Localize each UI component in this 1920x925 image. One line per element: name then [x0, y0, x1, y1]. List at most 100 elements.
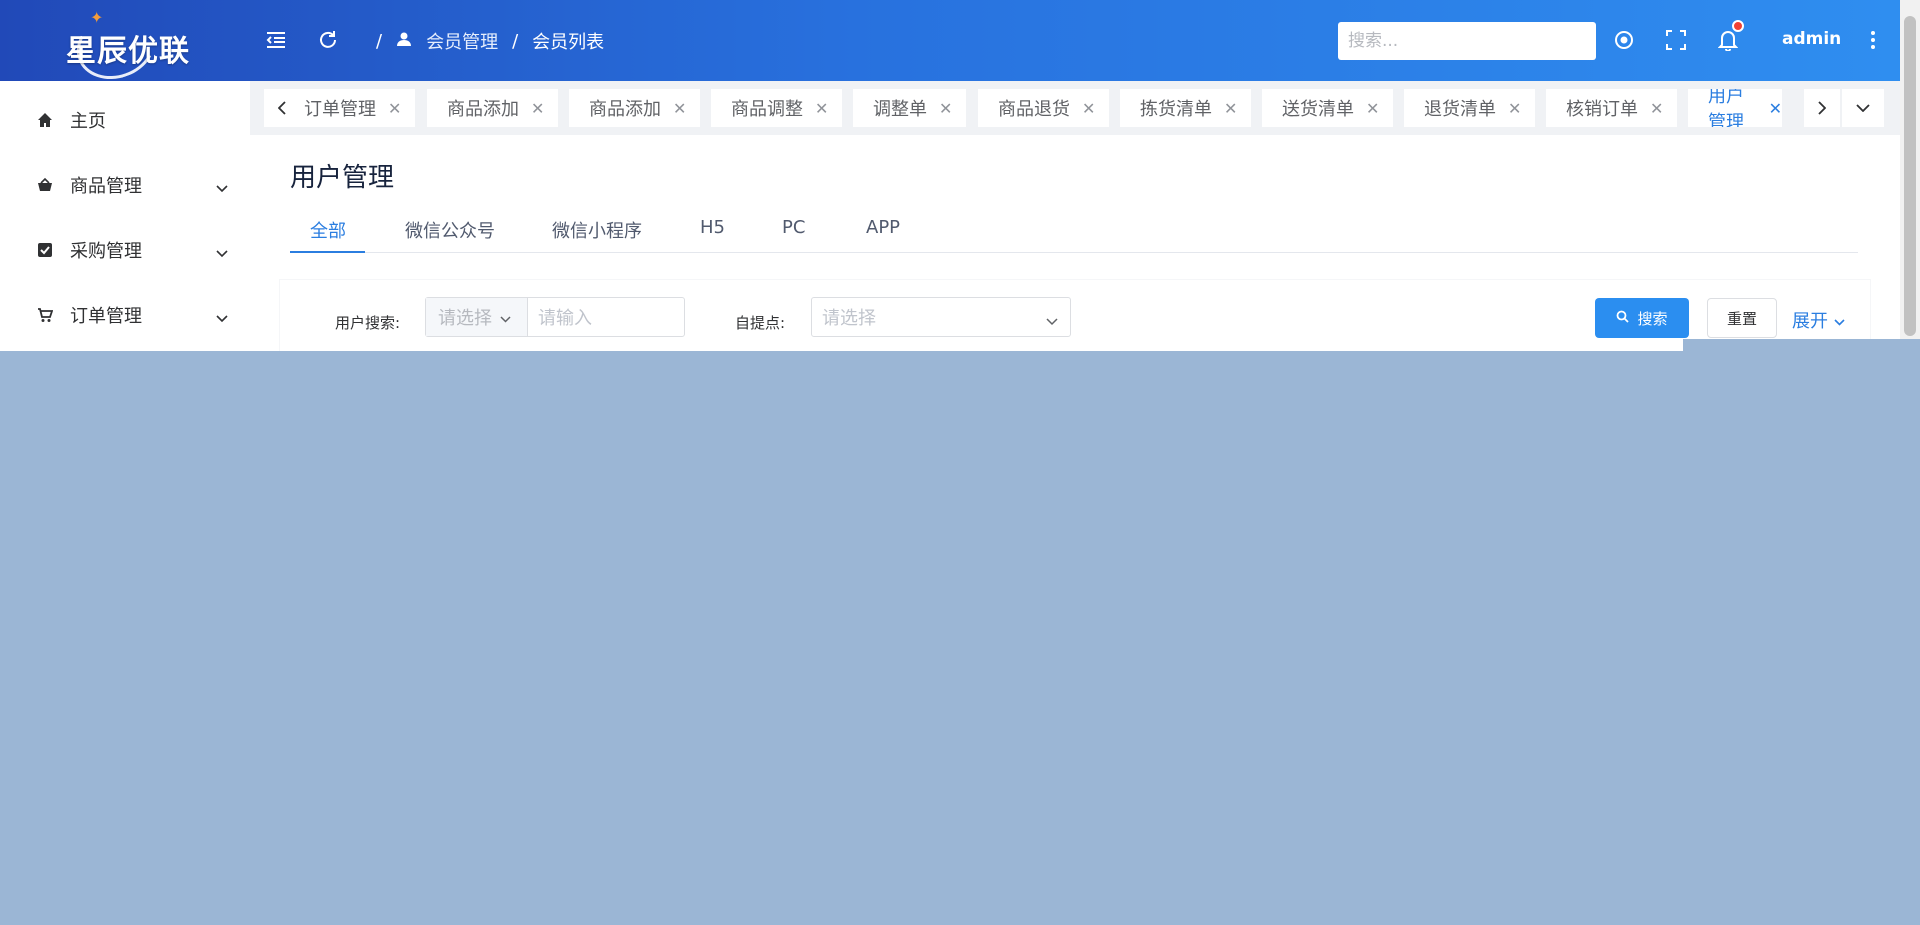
tabs-strip: 订单管理 ✕ 商品添加 ✕ 商品添加 ✕ 商品调整 ✕ 调整单 ✕ 商品退货 ✕ 拣货清单 ✕… — [250, 81, 1900, 135]
search-icon — [1616, 309, 1630, 327]
page-scrollbar[interactable] — [1900, 0, 1920, 351]
chevron-down-icon — [216, 177, 228, 198]
close-icon[interactable]: ✕ — [388, 99, 401, 118]
close-icon[interactable]: ✕ — [815, 99, 828, 118]
pickup-point-select[interactable]: 请选择 — [811, 297, 1071, 337]
close-icon[interactable]: ✕ — [1650, 99, 1663, 118]
tabs-next-button[interactable] — [1804, 89, 1840, 127]
tab-item[interactable]: 退货清单 ✕ — [1404, 89, 1536, 127]
tab-pc[interactable]: PC — [782, 217, 805, 238]
breadcrumb-separator: / — [376, 30, 383, 52]
header-search-input[interactable] — [1338, 22, 1596, 60]
expand-label: 展开 — [1792, 311, 1828, 332]
page-title: 用户管理 — [290, 163, 395, 193]
tab-label: 商品调整 — [731, 99, 803, 120]
tab-label: 调整单 — [873, 99, 927, 120]
sidebar: 主页 商品管理 采购管理 订单管理 — [0, 81, 250, 351]
close-icon[interactable]: ✕ — [1224, 99, 1237, 118]
brand-logo[interactable]: ✦ 星辰优联 — [48, 2, 198, 90]
tab-item[interactable]: 调整单 ✕ — [853, 89, 967, 127]
tab-wechat-official[interactable]: 微信公众号 — [405, 217, 495, 243]
tab-label: 拣货清单 — [1140, 99, 1212, 120]
more-vertical-icon[interactable] — [1859, 26, 1887, 54]
tab-label: 核销订单 — [1566, 99, 1638, 120]
tab-label: 用户管理 — [1708, 89, 1744, 127]
select-placeholder: 请选择 — [438, 308, 492, 329]
user-icon — [396, 31, 412, 52]
top-header: ✦ 星辰优联 / 会员管理 / 会员列表 admin — [0, 0, 1900, 90]
refresh-icon[interactable] — [314, 26, 342, 54]
tab-label: 退货清单 — [1424, 99, 1496, 120]
sidebar-item-home[interactable]: 主页 — [0, 88, 250, 152]
search-button-label: 搜索 — [1637, 309, 1668, 328]
collapse-menu-icon[interactable] — [262, 26, 290, 54]
tab-label: 商品添加 — [447, 99, 519, 120]
record-icon[interactable] — [1610, 26, 1638, 54]
breadcrumb-parent[interactable]: 会员管理 — [426, 28, 498, 54]
pickup-point-label: 自提点: — [735, 314, 786, 332]
sidebar-item-label: 订单管理 — [70, 306, 142, 327]
basket-icon — [36, 176, 54, 194]
select-placeholder: 请选择 — [822, 308, 876, 329]
sidebar-item-purchase[interactable]: 采购管理 — [0, 218, 250, 282]
chevron-down-icon — [1834, 310, 1845, 331]
close-icon[interactable]: ✕ — [939, 99, 952, 118]
tab-item[interactable]: 拣货清单 ✕ — [1120, 89, 1252, 127]
breadcrumb-separator: / — [512, 30, 519, 52]
active-tab-indicator — [290, 251, 365, 253]
tab-item[interactable]: 商品退货 ✕ — [978, 89, 1110, 127]
sidebar-item-label: 商品管理 — [70, 176, 142, 197]
tab-label: 送货清单 — [1282, 99, 1354, 120]
reset-button-label: 重置 — [1726, 309, 1757, 328]
close-icon[interactable]: ✕ — [531, 99, 544, 118]
sidebar-item-label: 采购管理 — [70, 241, 142, 262]
tabs-prev-button[interactable] — [264, 89, 300, 127]
chevron-down-icon — [216, 242, 228, 263]
user-name[interactable]: admin — [1782, 29, 1841, 49]
user-search-label: 用户搜索: — [335, 314, 401, 332]
tab-all[interactable]: 全部 — [310, 217, 346, 243]
tab-item-active[interactable]: 用户管理 ✕ — [1688, 89, 1782, 127]
overlay-edge — [1683, 339, 1920, 353]
search-button[interactable]: 搜索 — [1595, 298, 1689, 338]
checkbox-icon — [36, 241, 54, 259]
cart-icon — [36, 306, 54, 324]
user-search-group: 请选择 请输入 — [425, 297, 685, 337]
input-placeholder: 请输入 — [538, 308, 592, 329]
tab-item[interactable]: 订单管理 ✕ — [300, 89, 416, 127]
sidebar-item-orders[interactable]: 订单管理 — [0, 283, 250, 347]
tab-label: 商品退货 — [998, 99, 1070, 120]
reset-button[interactable]: 重置 — [1707, 298, 1777, 338]
logo-text: 星辰优联 — [66, 34, 190, 69]
channel-tabs: 全部 微信公众号 微信小程序 H5 PC APP — [290, 209, 1858, 253]
close-icon[interactable]: ✕ — [1366, 99, 1379, 118]
expand-filters-link[interactable]: 展开 — [1792, 307, 1845, 333]
tab-item[interactable]: 送货清单 ✕ — [1262, 89, 1394, 127]
breadcrumb: / 会员管理 / 会员列表 — [376, 28, 604, 54]
notification-badge — [1732, 20, 1744, 32]
chevron-down-icon — [500, 307, 511, 328]
close-icon[interactable]: ✕ — [1769, 99, 1782, 118]
tab-label: 订单管理 — [304, 99, 376, 120]
home-icon — [36, 111, 54, 129]
modal-overlay[interactable] — [0, 351, 1920, 925]
sidebar-item-products[interactable]: 商品管理 — [0, 153, 250, 217]
tab-label: 商品添加 — [589, 99, 661, 120]
filter-bar: 用户搜索: 请选择 请输入 自提点: 请选择 搜索 重置 展开 — [280, 280, 1870, 351]
scrollbar-thumb[interactable] — [1904, 16, 1916, 336]
user-search-type-select[interactable]: 请选择 — [426, 298, 528, 336]
close-icon[interactable]: ✕ — [1082, 99, 1095, 118]
tab-item[interactable]: 核销订单 ✕ — [1546, 89, 1678, 127]
tabs-dropdown-button[interactable] — [1842, 89, 1884, 127]
tab-item[interactable]: 商品添加 ✕ — [427, 89, 559, 127]
close-icon[interactable]: ✕ — [1508, 99, 1521, 118]
tab-item[interactable]: 商品添加 ✕ — [569, 89, 701, 127]
fullscreen-icon[interactable] — [1662, 26, 1690, 54]
tab-app[interactable]: APP — [866, 217, 900, 238]
tab-h5[interactable]: H5 — [700, 217, 725, 238]
tab-wechat-miniapp[interactable]: 微信小程序 — [552, 217, 642, 243]
notification-bell-icon[interactable] — [1714, 20, 1744, 54]
user-search-input[interactable]: 请输入 — [528, 298, 684, 336]
tab-item[interactable]: 商品调整 ✕ — [711, 89, 843, 127]
close-icon[interactable]: ✕ — [673, 99, 686, 118]
